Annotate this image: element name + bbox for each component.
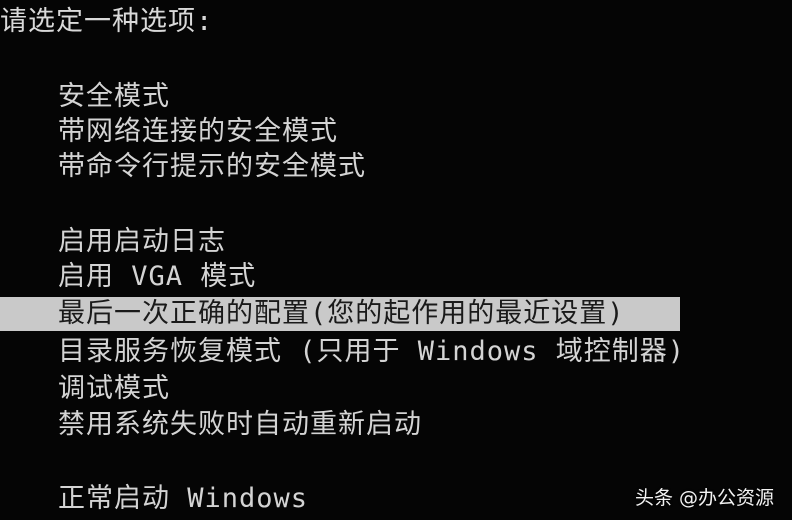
menu-item-safe-mode-command-prompt[interactable]: 带命令行提示的安全模式 bbox=[0, 150, 792, 184]
menu-item-vga-mode[interactable]: 启用 VGA 模式 bbox=[0, 260, 792, 294]
menu-item-safe-mode-networking[interactable]: 带网络连接的安全模式 bbox=[0, 115, 792, 149]
watermark: 头条 @办公资源 bbox=[634, 487, 774, 509]
menu-item-safe-mode[interactable]: 安全模式 bbox=[0, 80, 792, 114]
menu-item-last-known-good-config[interactable]: 最后一次正确的配置(您的起作用的最近设置) bbox=[0, 297, 680, 331]
menu-item-disable-auto-restart[interactable]: 禁用系统失败时自动重新启动 bbox=[0, 408, 792, 442]
menu-item-boot-logging[interactable]: 启用启动日志 bbox=[0, 225, 792, 259]
boot-options-screen: 请选定一种选项: 安全模式 带网络连接的安全模式 带命令行提示的安全模式 启用启… bbox=[0, 0, 792, 520]
menu-item-debugging-mode[interactable]: 调试模式 bbox=[0, 372, 792, 406]
menu-item-directory-services-restore[interactable]: 目录服务恢复模式 (只用于 Windows 域控制器) bbox=[0, 335, 792, 369]
prompt-text: 请选定一种选项: bbox=[0, 6, 214, 37]
